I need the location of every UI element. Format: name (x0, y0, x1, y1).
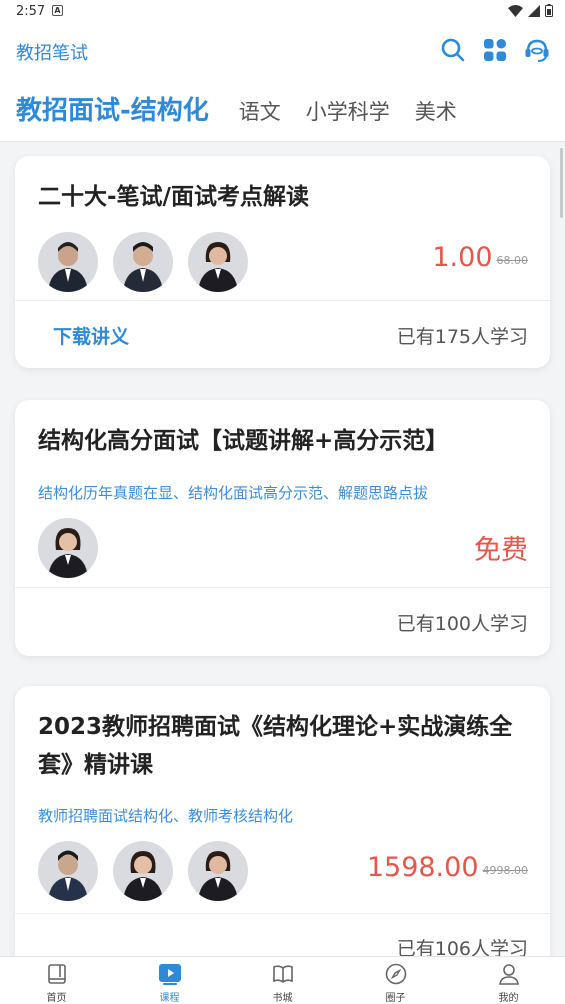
teacher-avatars (38, 518, 98, 578)
header-actions (439, 36, 551, 64)
teacher-avatar (38, 232, 98, 292)
nav-label: 圈子 (385, 993, 406, 1004)
nav-courses[interactable]: 课程 (113, 957, 226, 1004)
signal-icon (528, 4, 540, 17)
notification-a-icon: A (52, 5, 63, 16)
teacher-avatar (113, 232, 173, 292)
teacher-avatar (188, 841, 248, 901)
tab-chinese[interactable]: 语文 (239, 96, 281, 126)
original-price: 4998.00 (482, 864, 529, 877)
compass-icon (384, 962, 408, 986)
nav-profile[interactable]: 我的 (452, 957, 565, 1004)
search-icon[interactable] (439, 36, 467, 64)
status-bar: 2:57 A (0, 0, 565, 24)
learner-count: 已有175人学习 (396, 326, 528, 348)
course-price: 1.00 68.00 (432, 242, 528, 273)
brand-selector[interactable]: 教招笔试 (16, 39, 88, 65)
category-tabs: 教招面试-结构化 语文 小学科学 美术 (16, 90, 482, 127)
nav-label: 我的 (498, 993, 519, 1004)
course-subtitle: 结构化历年真题在显、结构化面试高分示范、解题思路点拔 (38, 484, 429, 502)
wifi-icon (508, 4, 523, 17)
bookstore-icon (271, 962, 295, 986)
course-card[interactable]: 二十大-笔试/面试考点解读 1.00 68.00 下载讲义 已有175人学习 (15, 156, 550, 368)
home-book-icon (45, 962, 69, 986)
battery-icon (545, 4, 553, 17)
nav-label: 课程 (159, 993, 180, 1004)
nav-label: 书城 (272, 993, 293, 1004)
card-divider (15, 913, 550, 914)
course-card[interactable]: 2023教师招聘面试《结构化理论+实战演练全套》精讲课 教师招聘面试结构化、教师… (15, 686, 550, 956)
teacher-avatars (38, 232, 248, 292)
teacher-avatar (113, 841, 173, 901)
bottom-nav: 首页 课程 书城 圈子 我的 (0, 956, 565, 1004)
nav-circle[interactable]: 圈子 (339, 957, 452, 1004)
card-divider (15, 587, 550, 588)
teacher-avatar (38, 841, 98, 901)
current-price: 1598.00 (366, 852, 479, 883)
learner-count: 已有106人学习 (396, 938, 528, 956)
current-price: 免费 (474, 535, 528, 566)
download-handout-button[interactable]: 下载讲义 (53, 322, 129, 349)
teacher-avatar (38, 518, 98, 578)
nav-home[interactable]: 首页 (0, 957, 113, 1004)
course-play-icon (158, 962, 182, 986)
tab-structured-interview[interactable]: 教招面试-结构化 (16, 90, 209, 127)
course-card[interactable]: 结构化高分面试【试题讲解+高分示范】 结构化历年真题在显、结构化面试高分示范、解… (15, 400, 550, 656)
course-title: 二十大-笔试/面试考点解读 (38, 184, 309, 210)
status-time: 2:57 (16, 4, 46, 19)
nav-bookstore[interactable]: 书城 (226, 957, 339, 1004)
course-title: 2023教师招聘面试《结构化理论+实战演练全套》精讲课 (38, 714, 513, 778)
teacher-avatars (38, 841, 248, 901)
course-list[interactable]: 二十大-笔试/面试考点解读 1.00 68.00 下载讲义 已有175人学习 结… (0, 142, 565, 956)
card-divider (15, 300, 550, 301)
categories-grid-icon[interactable] (481, 36, 509, 64)
course-price: 1598.00 4998.00 (367, 852, 528, 883)
course-subtitle: 教师招聘面试结构化、教师考核结构化 (38, 807, 294, 825)
learner-count: 已有100人学习 (396, 613, 528, 635)
course-title: 结构化高分面试【试题讲解+高分示范】 (38, 428, 449, 454)
scrollbar[interactable] (560, 148, 563, 218)
top-bar: 教招笔试 教招面试-结构化 语文 小学科学 美术 (0, 24, 565, 142)
original-price: 68.00 (496, 254, 529, 267)
teacher-avatar (188, 232, 248, 292)
system-icons (508, 4, 553, 17)
current-price: 1.00 (432, 242, 493, 273)
profile-icon (497, 962, 521, 986)
customer-service-icon[interactable] (523, 36, 551, 64)
tab-art[interactable]: 美术 (415, 96, 457, 126)
nav-label: 首页 (46, 993, 67, 1004)
tab-primary-science[interactable]: 小学科学 (306, 96, 390, 126)
course-price: 免费 (474, 528, 528, 567)
